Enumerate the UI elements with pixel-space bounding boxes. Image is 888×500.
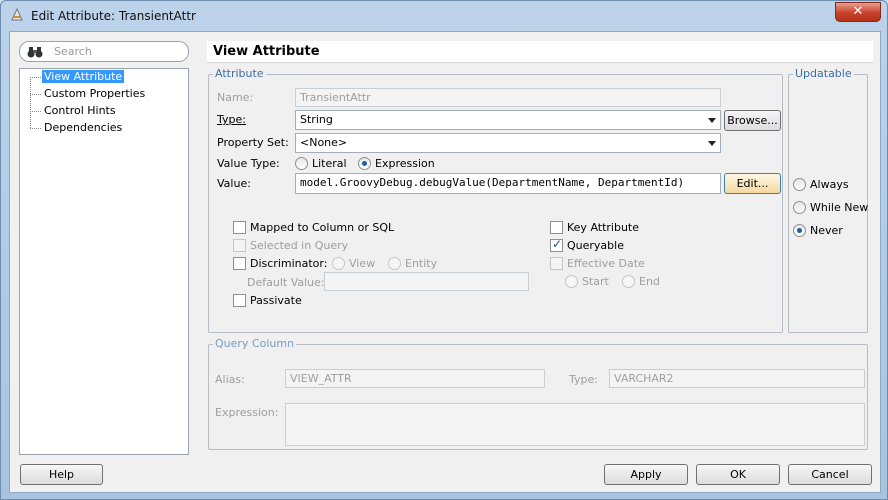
updatable-group: Updatable Always While New Never xyxy=(788,67,869,333)
nav-item-label: Custom Properties xyxy=(44,87,146,100)
selected-in-query-label: Selected in Query xyxy=(250,239,349,252)
alias-label: Alias: xyxy=(215,373,245,386)
nav-item-label: Control Hints xyxy=(44,104,116,117)
updatable-while-new-radio[interactable] xyxy=(793,201,806,214)
title-bar: Edit Attribute: TransientAttr ✕ xyxy=(1,1,887,31)
type-combo-value: String xyxy=(300,113,333,126)
attribute-group-legend: Attribute xyxy=(213,67,266,80)
passivate-checkbox[interactable] xyxy=(233,294,246,307)
effective-date-end-radio[interactable] xyxy=(622,275,635,288)
help-button[interactable]: Help xyxy=(20,464,103,485)
edit-button[interactable]: Edit... xyxy=(724,173,781,194)
property-set-combo-value: <None> xyxy=(300,136,348,149)
updatable-never-label: Never xyxy=(810,224,843,237)
dialog-client-area: View Attribute Custom Properties Control… xyxy=(9,31,881,493)
effective-date-end-label: End xyxy=(639,275,660,288)
discriminator-label: Discriminator: xyxy=(250,257,328,270)
effective-date-start-radio[interactable] xyxy=(565,275,578,288)
queryable-checkbox[interactable] xyxy=(550,237,563,252)
query-column-group-legend: Query Column xyxy=(213,337,297,350)
mapped-to-column-checkbox[interactable] xyxy=(233,221,246,234)
updatable-group-legend: Updatable xyxy=(793,67,854,80)
discriminator-checkbox[interactable] xyxy=(233,257,246,270)
window-title: Edit Attribute: TransientAttr xyxy=(31,9,196,23)
default-value-label: Default Value: xyxy=(247,276,325,289)
binoculars-icon xyxy=(27,45,43,59)
attribute-group: Attribute Name: TransientAttr Type: Stri… xyxy=(208,67,783,333)
literal-radio[interactable] xyxy=(295,157,308,170)
passivate-label: Passivate xyxy=(250,294,302,307)
name-label: Name: xyxy=(217,91,254,104)
query-type-label: Type: xyxy=(569,373,598,386)
alias-field[interactable]: VIEW_ATTR xyxy=(285,369,545,388)
expression-radio[interactable] xyxy=(358,157,371,170)
mapped-to-column-label: Mapped to Column or SQL xyxy=(250,221,395,234)
nav-item-label: View Attribute xyxy=(42,70,125,83)
discriminator-entity-radio[interactable] xyxy=(388,257,401,270)
query-type-field[interactable]: VARCHAR2 xyxy=(609,369,865,388)
selected-in-query-checkbox[interactable] xyxy=(233,239,246,252)
query-expression-field[interactable] xyxy=(285,403,865,446)
effective-date-label: Effective Date xyxy=(567,257,645,270)
effective-date-start-label: Start xyxy=(582,275,609,288)
ok-button[interactable]: OK xyxy=(696,464,780,485)
value-type-label: Value Type: xyxy=(217,157,280,170)
property-set-combo[interactable]: <None> xyxy=(295,133,721,153)
chevron-down-icon xyxy=(708,141,716,146)
browse-button[interactable]: Browse... xyxy=(724,110,781,131)
type-label: Type: xyxy=(217,113,246,126)
effective-date-checkbox[interactable] xyxy=(550,257,563,270)
default-value-field[interactable] xyxy=(324,272,529,291)
discriminator-view-label: View xyxy=(349,257,376,270)
page-title: View Attribute xyxy=(207,41,873,63)
key-attribute-checkbox[interactable] xyxy=(550,221,563,234)
updatable-always-radio[interactable] xyxy=(793,178,806,191)
updatable-never-radio[interactable] xyxy=(793,224,806,237)
key-attribute-label: Key Attribute xyxy=(567,221,640,234)
expression-radio-label: Expression xyxy=(375,157,435,170)
close-button[interactable]: ✕ xyxy=(835,2,881,22)
nav-item-view-attribute[interactable]: View Attribute xyxy=(30,69,125,85)
value-label: Value: xyxy=(217,177,251,190)
property-set-label: Property Set: xyxy=(217,136,289,149)
search-input[interactable] xyxy=(52,44,182,59)
dialog-window: Edit Attribute: TransientAttr ✕ View Att… xyxy=(0,0,888,500)
nav-item-label: Dependencies xyxy=(44,121,123,134)
search-box[interactable] xyxy=(19,41,189,62)
apply-button[interactable]: Apply xyxy=(604,464,688,485)
query-column-group: Query Column Alias: VIEW_ATTR Type: VARC… xyxy=(208,337,868,450)
queryable-label: Queryable xyxy=(567,239,624,252)
chevron-down-icon xyxy=(708,118,716,123)
discriminator-view-radio[interactable] xyxy=(332,257,345,270)
value-expression-field[interactable]: model.GroovyDebug.debugValue(DepartmentN… xyxy=(295,173,721,194)
name-field[interactable]: TransientAttr xyxy=(295,88,721,107)
literal-radio-label: Literal xyxy=(312,157,347,170)
nav-item-control-hints[interactable]: Control Hints xyxy=(30,103,118,119)
updatable-always-label: Always xyxy=(810,178,849,191)
discriminator-entity-label: Entity xyxy=(405,257,438,270)
updatable-while-new-label: While New xyxy=(810,201,869,214)
jdeveloper-app-icon xyxy=(9,7,25,23)
expression-label: Expression: xyxy=(215,406,279,419)
cancel-button[interactable]: Cancel xyxy=(788,464,872,485)
nav-item-dependencies[interactable]: Dependencies xyxy=(30,120,124,136)
type-combo[interactable]: String xyxy=(295,110,721,130)
navigation-tree: View Attribute Custom Properties Control… xyxy=(19,68,189,455)
nav-item-custom-properties[interactable]: Custom Properties xyxy=(30,86,147,102)
